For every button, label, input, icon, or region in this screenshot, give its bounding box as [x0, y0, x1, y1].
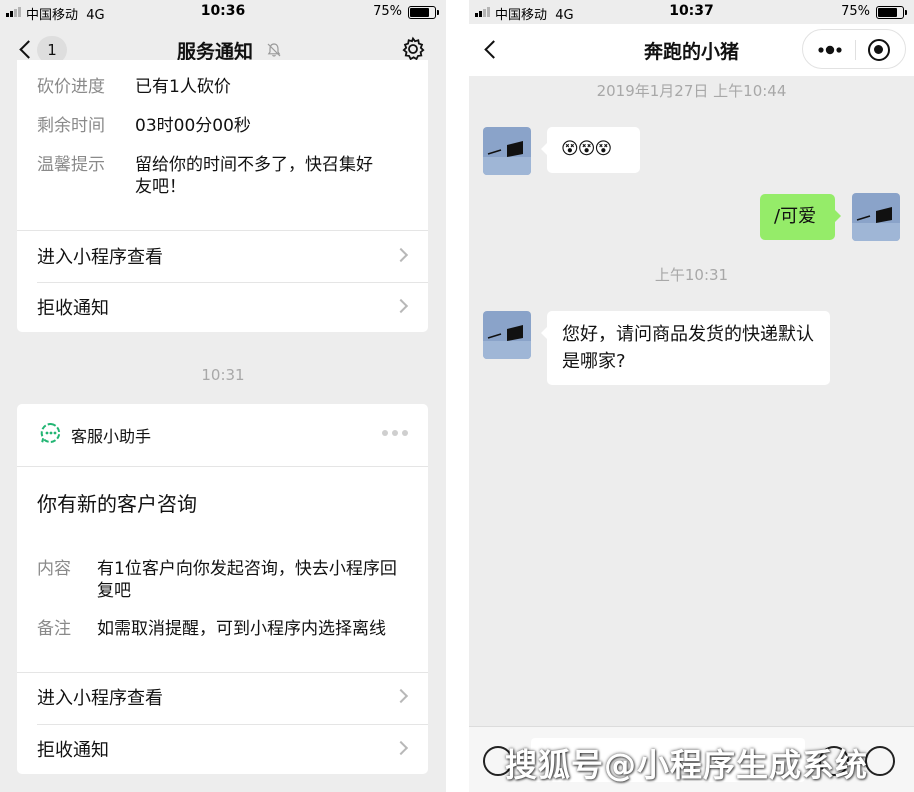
add-attachment-icon[interactable] [865, 746, 895, 776]
chat-screen: 中国移动 4G 10:37 75% 奔跑的小猪 2019年1月27日 上午10:… [469, 0, 914, 792]
open-miniprogram-row[interactable]: 进入小程序查看 [17, 672, 428, 722]
more-dots-icon[interactable] [382, 430, 408, 436]
contact-avatar[interactable] [483, 127, 531, 175]
incoming-message[interactable]: 😵😵😵 [541, 127, 640, 173]
gear-icon[interactable] [400, 36, 426, 62]
open-miniprogram-row[interactable]: 进入小程序查看 [17, 231, 428, 281]
mute-bell-icon [267, 43, 281, 57]
incoming-message[interactable]: 您好，请问商品发货的快递默认是哪家? [541, 311, 830, 385]
nav-bar: 奔跑的小猪 [469, 24, 914, 76]
screenshot-gap [446, 0, 469, 792]
outgoing-message[interactable]: /可爱 [760, 194, 841, 240]
chevron-right-icon [393, 688, 409, 704]
chevron-right-icon [393, 247, 409, 263]
battery-icon [876, 6, 907, 19]
reject-notification-row[interactable]: 拒收通知 [17, 282, 428, 332]
source-name: 客服小助手 [71, 427, 152, 446]
bargain-notification-card: 砍价进度 已有1人砍价 剩余时间 03时00分00秒 温馨提示 留给你的时间不多… [17, 60, 428, 332]
close-miniprogram-icon[interactable] [868, 39, 890, 61]
battery-percent: 75% [373, 4, 402, 19]
contact-avatar[interactable] [483, 311, 531, 359]
status-bar: 中国移动 4G 10:37 75% [469, 0, 914, 24]
capsule-separator [855, 40, 856, 60]
status-bar: 中国移动 4G 10:36 75% [0, 0, 446, 24]
service-notifications-screen: 中国移动 4G 10:36 75% 1 服务通知 砍价进度 已有1人砍价 剩余时… [0, 0, 446, 792]
watermark: 搜狐号@小程序生成系统 [505, 746, 869, 784]
chevron-right-icon [393, 740, 409, 756]
miniprogram-capsule [802, 29, 906, 69]
message-timestamp: 2019年1月27日 上午10:44 [596, 82, 787, 100]
message-timestamp: 10:31 [201, 366, 245, 384]
customer-inquiry-card: 客服小助手 你有新的客户咨询 内容 有1位客户向你发起咨询，快去小程序回复吧 备… [17, 404, 428, 774]
reject-notification-row[interactable]: 拒收通知 [17, 724, 428, 774]
message-timestamp: 上午10:31 [654, 266, 729, 284]
battery-icon [408, 6, 439, 19]
battery-percent: 75% [841, 4, 870, 19]
my-avatar[interactable] [852, 193, 900, 241]
chevron-right-icon [393, 298, 409, 314]
more-menu-icon[interactable] [817, 42, 843, 58]
divider [17, 466, 428, 467]
card-title: 你有新的客户咨询 [37, 492, 197, 516]
customer-service-icon [40, 422, 61, 443]
